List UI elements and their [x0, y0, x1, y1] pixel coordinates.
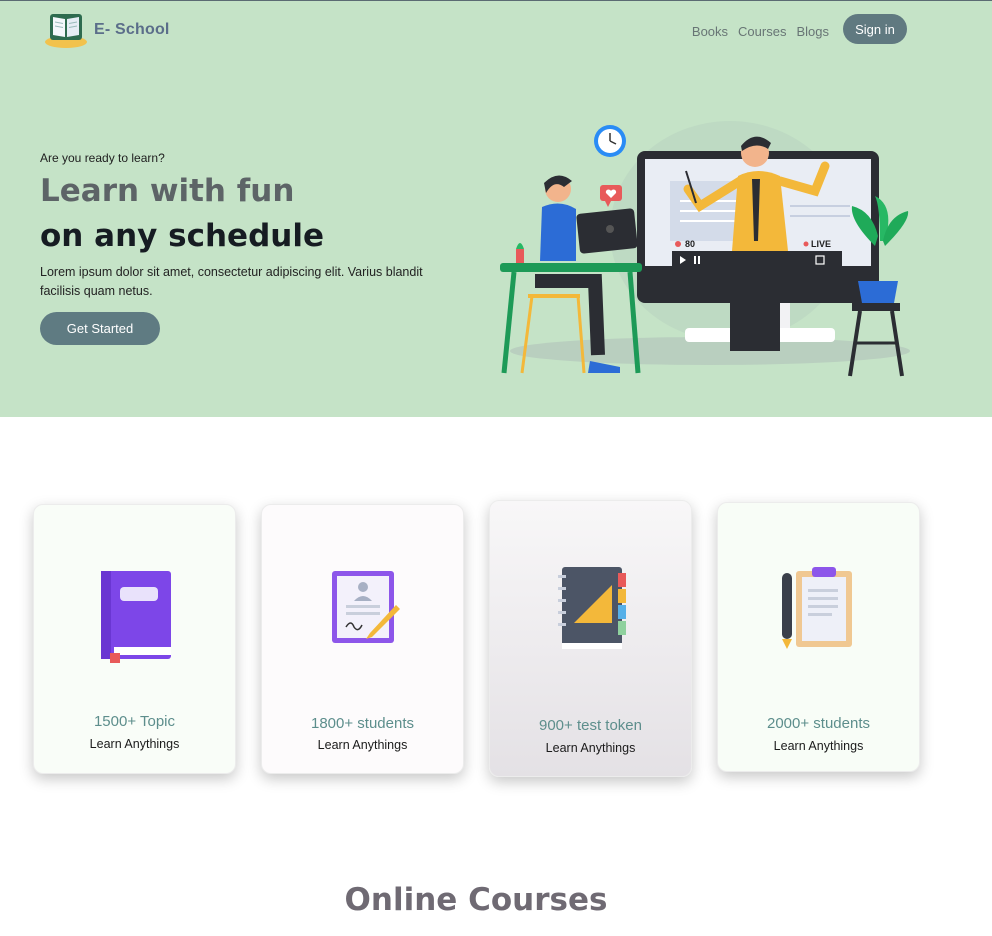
- hero-title-line1: Learn with fun: [40, 173, 295, 209]
- online-teaching-illustration: 80 LIVE: [500, 121, 910, 377]
- brand[interactable]: E- School: [44, 11, 170, 49]
- stat-card-topics[interactable]: 1500+ Topic Learn Anythings: [33, 504, 236, 774]
- nav-courses[interactable]: Courses: [738, 24, 786, 39]
- hero-title-line2: on any schedule: [40, 218, 324, 254]
- clock-icon: [594, 125, 626, 157]
- book-logo-icon: [45, 14, 87, 48]
- certificate-icon: [331, 571, 400, 643]
- clipboard-icon: [781, 567, 852, 649]
- hero-description: Lorem ipsum dolor sit amet, consectetur …: [40, 265, 423, 298]
- hero-section: E- School Books Courses Blogs Sign in Ar…: [0, 1, 992, 417]
- stat-value: 900+ test token: [539, 717, 642, 734]
- section-title: Online Courses: [344, 882, 608, 918]
- main-nav: Books Courses Blogs Sign in: [692, 14, 907, 44]
- get-started-button[interactable]: Get Started: [40, 312, 160, 345]
- live-badge: LIVE: [811, 239, 831, 249]
- nav-books[interactable]: Books: [692, 24, 728, 39]
- stat-label: Learn Anythings: [545, 741, 636, 755]
- nav-blogs[interactable]: Blogs: [796, 24, 829, 39]
- signin-button[interactable]: Sign in: [843, 14, 907, 44]
- stat-card-students-2[interactable]: 2000+ students Learn Anythings: [717, 502, 920, 772]
- stat-value: 1500+ Topic: [93, 713, 176, 730]
- stat-card-tests[interactable]: 900+ test token Learn Anythings: [489, 500, 692, 777]
- stat-label: Learn Anythings: [317, 738, 408, 752]
- stat-card-students[interactable]: 1800+ students Learn Anythings: [261, 504, 464, 774]
- hero-eyebrow: Are you ready to learn?: [40, 151, 165, 165]
- views-count: 80: [685, 239, 695, 249]
- stat-value: 1800+ students: [310, 715, 414, 732]
- stat-value: 2000+ students: [766, 715, 870, 732]
- notebook-icon: [557, 567, 626, 649]
- stat-label: Learn Anythings: [773, 739, 864, 753]
- book-icon: [100, 571, 171, 663]
- brand-name: E- School: [94, 21, 170, 38]
- stat-label: Learn Anythings: [89, 737, 180, 751]
